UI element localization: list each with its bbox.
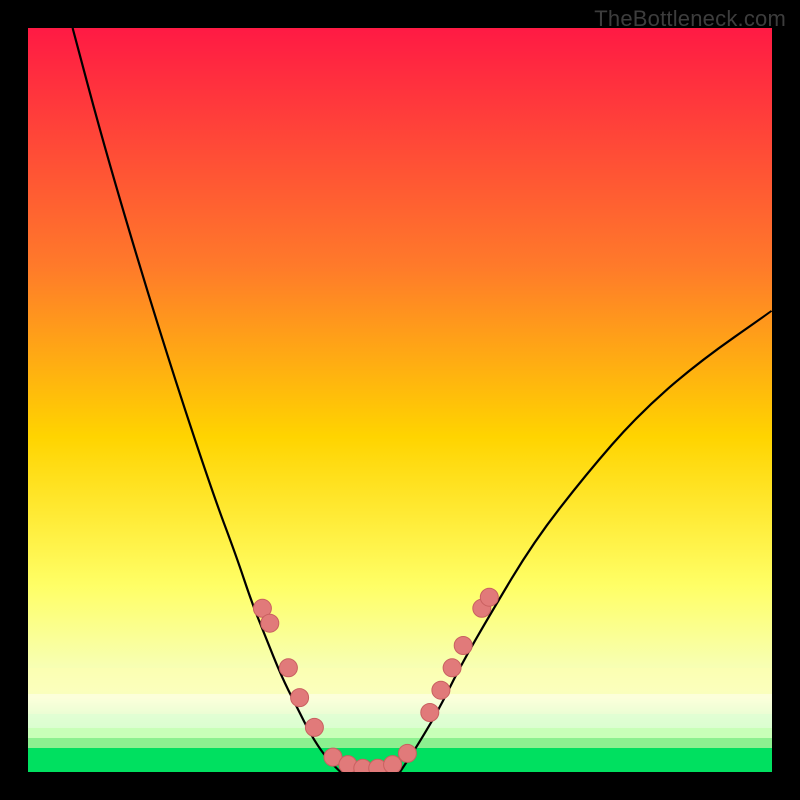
curve-marker [305,718,323,736]
curve-marker [398,744,416,762]
curve-marker [480,588,498,606]
curve-marker [421,704,439,722]
gradient-background [28,28,772,772]
curve-marker [443,659,461,677]
gradient-rect [28,28,772,772]
curve-marker [279,659,297,677]
curve-marker [384,756,402,772]
curve-marker [432,681,450,699]
curve-marker [261,614,279,632]
curve-marker [454,637,472,655]
chart-frame: TheBottleneck.com [0,0,800,800]
plot-area [28,28,772,772]
curve-marker [291,689,309,707]
watermark-label: TheBottleneck.com [594,6,786,32]
